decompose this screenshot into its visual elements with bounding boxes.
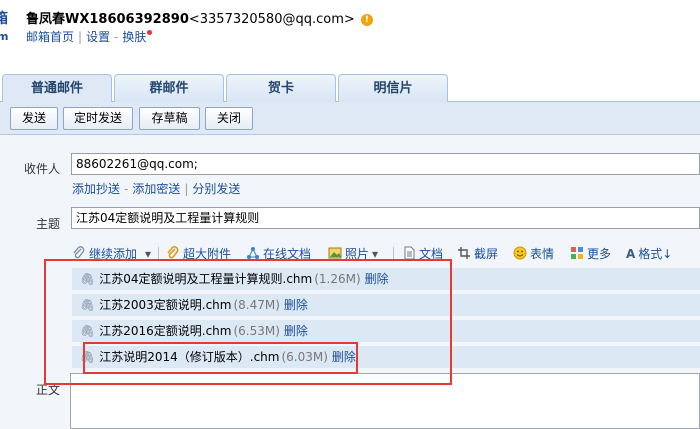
account-email: <3357320580@qq.com> xyxy=(188,12,355,27)
more-label: 更多 xyxy=(587,247,612,261)
compose-form: 收件人 88602261@qq.com; 添加抄送 - 添加密送 | 分别发送 主题 江… xyxy=(0,135,700,429)
top-links: 邮箱首页 | 设置 - 换肤 xyxy=(26,28,153,45)
format-label: 格式↓ xyxy=(638,247,673,261)
format-button[interactable]: A 格式↓ xyxy=(626,244,672,264)
tab-group-mail[interactable]: 群邮件 xyxy=(114,74,224,102)
paperclip-orange-icon xyxy=(167,246,179,259)
logo-fragment: 箱 m xyxy=(0,8,8,44)
format-a-icon: A xyxy=(626,247,636,261)
add-bcc-link[interactable]: 添加密送 xyxy=(132,182,180,196)
add-cc-link[interactable]: 添加抄送 xyxy=(72,182,120,196)
compose-tab-bar: 普通邮件 群邮件 贺卡 明信片 xyxy=(0,74,700,103)
emoji-label: 表情 xyxy=(530,247,555,261)
smiley-icon xyxy=(513,246,527,260)
document-icon xyxy=(404,246,415,260)
more-button[interactable]: 更多 xyxy=(570,244,611,264)
tab-postcard[interactable]: 明信片 xyxy=(338,74,448,102)
scheduled-send-button[interactable]: 定时发送 xyxy=(63,107,133,130)
paperclip-icon xyxy=(73,246,85,259)
tab-normal-mail[interactable]: 普通邮件 xyxy=(2,74,112,103)
dash-separator: - xyxy=(124,182,129,196)
dash-separator: - xyxy=(114,30,119,44)
recipient-options: 添加抄送 - 添加密送 | 分别发送 xyxy=(72,180,240,197)
compose-toolbar: 发送 定时发送 存草稿 关闭 xyxy=(0,102,700,135)
notification-dot-icon xyxy=(147,30,153,35)
recipient-field[interactable]: 88602261@qq.com; xyxy=(71,153,700,175)
emoji-button[interactable]: 表情 xyxy=(513,244,554,264)
screenshot-button[interactable]: 截屏 xyxy=(457,244,498,264)
tab-greeting-card[interactable]: 贺卡 xyxy=(226,74,336,102)
close-button[interactable]: 关闭 xyxy=(205,107,253,130)
mailbox-home-link[interactable]: 邮箱首页 xyxy=(26,30,74,44)
subject-label: 主题 xyxy=(36,217,61,231)
screenshot-label: 截屏 xyxy=(474,247,499,261)
separator: | xyxy=(78,30,83,44)
send-button[interactable]: 发送 xyxy=(10,107,58,130)
screenshot-icon xyxy=(458,247,470,259)
separate-send-link[interactable]: 分别发送 xyxy=(192,182,240,196)
photo-icon xyxy=(328,247,342,259)
share-nodes-icon xyxy=(247,247,259,259)
highlight-box-inner xyxy=(83,342,358,374)
subject-field[interactable]: 江苏04定额说明及工程量计算规则 xyxy=(71,207,700,229)
logo-fragment-top: 箱 xyxy=(0,11,8,27)
grid-icon xyxy=(571,247,583,259)
warning-icon[interactable]: ! xyxy=(360,14,373,26)
settings-link[interactable]: 设置 xyxy=(86,30,110,44)
change-skin-link[interactable]: 换肤 xyxy=(122,30,146,44)
save-draft-button[interactable]: 存草稿 xyxy=(139,107,200,130)
account-info: 鲁凤春WX18606392890<3357320580@qq.com>! xyxy=(26,8,373,27)
logo-fragment-bottom: m xyxy=(0,30,8,43)
recipient-label: 收件人 xyxy=(24,162,61,176)
separator: | xyxy=(184,182,189,196)
account-name: 鲁凤春WX18606392890 xyxy=(26,12,189,27)
